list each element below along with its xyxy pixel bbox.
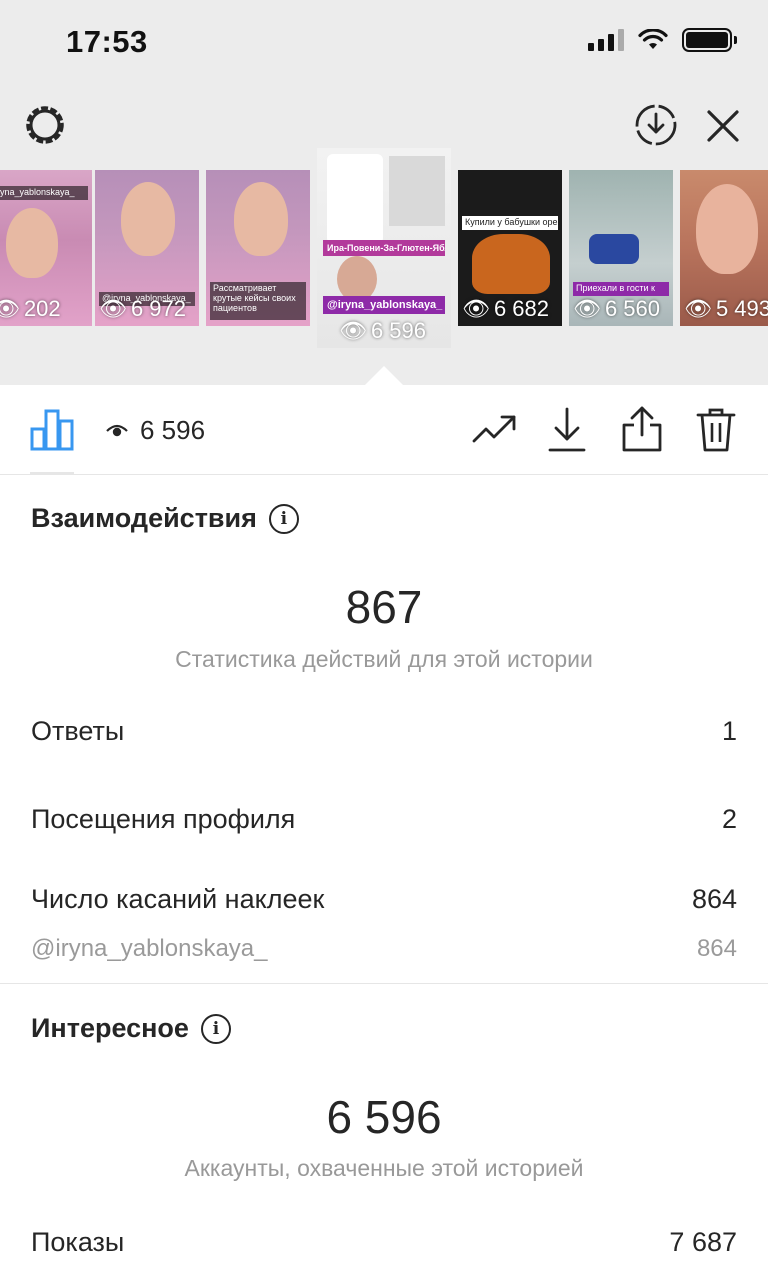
eye-icon: 👁 — [684, 296, 712, 321]
thumbnail-figure — [389, 156, 445, 226]
share-icon — [622, 406, 662, 452]
thumbnail-views: 👁 6 682 — [462, 296, 549, 321]
thumbnail-figure — [327, 154, 383, 244]
metric-label: Посещения профиля — [31, 804, 296, 834]
metric-row-impressions: Показы 7 687 — [31, 1227, 737, 1258]
story-header: 17:53 iryna_yablonskaya_ 👁 202 @iryna_ya… — [0, 0, 768, 385]
thumbnail-caption: Приехали в гости к — [573, 282, 669, 296]
story-thumbnail[interactable]: Приехали в гости к 👁 6 560 — [569, 170, 673, 326]
status-time: 17:53 — [66, 24, 148, 59]
discovery-total: 6 596 — [326, 1091, 442, 1143]
eye-icon: 👁 — [573, 296, 601, 321]
views-count-value: 6 596 — [140, 415, 206, 445]
thumbnail-nuts — [472, 234, 550, 294]
metric-row-sticker-mention: @iryna_yablonskaya_ 864 — [31, 935, 737, 963]
discovery-subtitle: Аккаунты, охваченные этой историей — [184, 1155, 584, 1181]
story-thumbnail[interactable]: iryna_yablonskaya_ 👁 202 — [0, 170, 92, 326]
thumbnail-toy-car — [589, 234, 639, 264]
info-icon[interactable]: i — [268, 503, 299, 534]
thumbnail-caption: iryna_yablonskaya_ — [0, 186, 88, 200]
trending-up-icon — [472, 415, 516, 443]
story-thumbnail[interactable]: 👁 5 493 — [680, 170, 768, 326]
thumbnail-views: 👁 202 — [0, 296, 61, 322]
metric-value: 7 687 — [669, 1227, 737, 1257]
thumbnail-tag: @iryna_yablonskaya_ — [323, 296, 445, 314]
download-circle-icon — [635, 104, 677, 146]
metric-value: 864 — [691, 884, 737, 914]
status-icons — [588, 28, 737, 52]
download-icon — [548, 407, 586, 452]
interactions-header: Взаимодействия i — [31, 503, 299, 534]
settings-button[interactable] — [20, 100, 70, 150]
metric-label: Ответы — [31, 716, 125, 746]
metric-row-sticker-taps: Число касаний наклеек 864 — [31, 884, 737, 915]
thumbnail-face — [234, 182, 288, 256]
gear-icon — [26, 106, 64, 144]
thumbnail-views: 👁 6 560 — [573, 296, 660, 321]
close-button[interactable] — [700, 103, 746, 149]
eye-icon: 👁 — [99, 296, 127, 321]
thumbnail-caption: Купили у бабушки орешки — [462, 216, 558, 230]
delete-button[interactable] — [696, 407, 736, 458]
tab-underline — [30, 472, 74, 474]
metric-label: Число касаний наклеек — [31, 884, 325, 914]
story-thumbnail-selected[interactable]: Ира-Повени-За-Глютен-Яблонская @iryna_ya… — [317, 148, 451, 348]
thumbnail-views: 👁 5 493 — [684, 296, 768, 321]
insights-tab[interactable] — [30, 407, 76, 456]
eye-icon — [106, 424, 128, 436]
discovery-header: Интересное i — [31, 1013, 231, 1044]
thumbnail-tag: Ира-Повени-За-Глютен-Яблонская — [323, 240, 445, 256]
thumbnail-face — [121, 182, 175, 256]
discovery-title: Интересное — [31, 1013, 189, 1043]
eye-icon: 👁 — [0, 296, 20, 321]
thumbnail-face — [6, 208, 58, 278]
selection-pointer — [364, 366, 404, 386]
thumbnail-views: 👁 6 596 — [339, 318, 426, 343]
close-icon — [707, 110, 739, 142]
thumbnail-caption: Рассматривает крутые кейсы своих пациент… — [210, 282, 306, 320]
section-divider — [0, 983, 768, 984]
status-bar: 17:53 — [0, 0, 768, 84]
interactions-title: Взаимодействия — [31, 503, 257, 533]
story-action-bar: 6 596 — [0, 385, 768, 475]
eye-icon: 👁 — [462, 296, 490, 321]
interactions-subtitle: Статистика действий для этой истории — [175, 646, 593, 672]
metric-row-replies: Ответы 1 — [31, 716, 737, 747]
wifi-icon — [638, 29, 668, 49]
metric-value: 864 — [696, 935, 737, 962]
battery-icon — [682, 28, 737, 52]
save-button[interactable] — [548, 407, 586, 458]
metric-label: Показы — [31, 1227, 125, 1257]
promote-button[interactable] — [472, 411, 518, 452]
story-thumbnail-strip: iryna_yablonskaya_ 👁 202 @iryna_yablonska… — [0, 148, 768, 353]
info-icon[interactable]: i — [200, 1013, 231, 1044]
thumbnail-face — [696, 184, 758, 274]
metric-row-profile-visits: Посещения профиля 2 — [31, 804, 737, 835]
thumbnail-views: 👁 6 972 — [99, 296, 186, 321]
story-thumbnail[interactable]: Рассматривает крутые кейсы своих пациент… — [206, 170, 310, 326]
download-story-button[interactable] — [632, 101, 680, 149]
eye-icon: 👁 — [339, 318, 367, 343]
signal-icon — [588, 29, 624, 51]
story-thumbnail[interactable]: Купили у бабушки орешки 👁6 682 — [458, 170, 562, 326]
metric-label: @iryna_yablonskaya_ — [31, 935, 268, 962]
metric-value: 1 — [721, 716, 737, 746]
views-count: 6 596 — [106, 415, 205, 446]
metric-value: 2 — [721, 804, 737, 834]
share-button[interactable] — [620, 405, 664, 458]
interactions-total: 867 — [345, 581, 423, 633]
bar-chart-icon — [30, 409, 74, 451]
trash-icon — [696, 408, 736, 452]
story-thumbnail[interactable]: @iryna_yablonskaya_ 👁 6 972 — [95, 170, 199, 326]
